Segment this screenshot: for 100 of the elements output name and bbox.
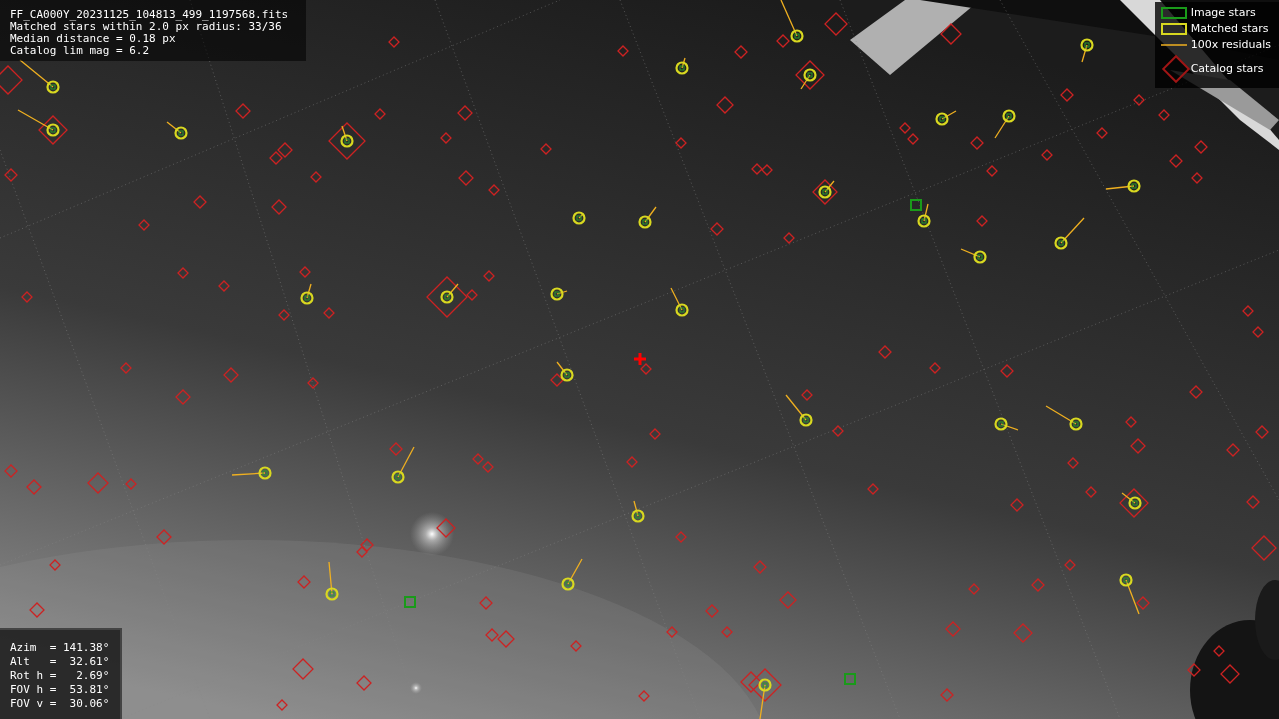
- catalog-star-marker: [753, 560, 767, 574]
- catalog-star-marker: [49, 559, 61, 571]
- catalog-star-marker: [801, 389, 813, 401]
- catalog-star-marker: [356, 675, 372, 691]
- catalog-star-marker: [310, 171, 322, 183]
- catalog-star-marker: [976, 215, 988, 227]
- catalog-star-marker: [193, 195, 207, 209]
- matched-star-marker: [800, 68, 817, 90]
- catalog-star-marker: [945, 621, 961, 637]
- catalog-star-marker: [776, 34, 790, 48]
- catalog-star-marker: [177, 267, 189, 279]
- catalog-star-marker: [120, 362, 132, 374]
- pointing-line: Azim = 141.38°: [10, 641, 110, 655]
- catalog-star-marker: [626, 456, 638, 468]
- catalog-star-marker: [328, 122, 366, 160]
- catalog-star-marker: [638, 690, 650, 702]
- matched-star-marker: [166, 121, 188, 140]
- catalog-star-marker: [458, 170, 474, 186]
- catalog-star-marker: [223, 367, 239, 383]
- catalog-star-marker: [929, 362, 941, 374]
- catalog-star-marker: [705, 604, 719, 618]
- matched-star-marker: [994, 109, 1016, 139]
- catalog-star-marker: [1251, 535, 1277, 561]
- catalog-star-marker: [1187, 663, 1201, 677]
- image-star-swatch-icon: [1160, 7, 1187, 19]
- matched-star-marker: [638, 206, 657, 229]
- catalog-star-marker: [374, 108, 386, 120]
- pointing-line: Rot h = 2.69°: [10, 669, 110, 683]
- catalog-star-marker: [570, 640, 582, 652]
- catalog-star-marker: [175, 389, 191, 405]
- catalog-star-marker: [812, 179, 838, 205]
- catalog-star-marker: [1213, 645, 1225, 657]
- matched-star-marker: [675, 57, 689, 75]
- matched-star-marker: [556, 361, 574, 382]
- matched-star-marker: [300, 283, 314, 305]
- matched-star-marker: [550, 287, 568, 301]
- catalog-star-marker: [436, 518, 456, 538]
- matched-star-marker: [994, 417, 1019, 431]
- catalog-star-marker: [1136, 596, 1150, 610]
- matched-star-marker: [231, 466, 272, 480]
- catalog-star-marker: [940, 23, 962, 45]
- catalog-star-marker: [761, 164, 773, 176]
- catalog-star-marker: [617, 45, 629, 57]
- catalog-star-marker: [38, 115, 68, 145]
- info-line: FF_CA000Y_20231125_104813_499_1197568.fits: [10, 9, 290, 21]
- matched-star-marker: [1054, 217, 1085, 250]
- catalog-star-marker: [307, 377, 319, 389]
- catalog-star-marker: [1191, 172, 1203, 184]
- center-cross-icon: [632, 351, 648, 367]
- catalog-star-marker: [783, 232, 795, 244]
- matched-star-marker: [1121, 492, 1142, 510]
- catalog-star-marker: [795, 60, 825, 90]
- catalog-star-marker: [277, 142, 293, 158]
- legend-label: 100x residuals: [1190, 38, 1271, 52]
- matched-star-marker: [780, 0, 804, 43]
- info-line: Matched stars within 2.0 px radius: 33/36: [10, 21, 282, 33]
- catalog-star-marker: [970, 136, 984, 150]
- matched-star-marker: [758, 678, 772, 719]
- diamond-icon: [1160, 54, 1191, 84]
- matched-star-marker: [391, 446, 415, 484]
- catalog-star-marker: [297, 575, 311, 589]
- catalog-star-marker: [832, 425, 844, 437]
- catalog-star-marker: [1031, 578, 1045, 592]
- catalog-star-marker: [276, 699, 288, 711]
- catalog-star-marker: [675, 531, 687, 543]
- catalog-star-marker: [1000, 364, 1014, 378]
- catalog-star-marker: [1013, 623, 1033, 643]
- catalog-star-marker: [218, 280, 230, 292]
- catalog-star-marker: [125, 478, 137, 490]
- catalog-star-marker: [540, 143, 552, 155]
- matched-star-marker: [935, 110, 957, 126]
- catalog-star-marker: [1158, 109, 1170, 121]
- catalog-star-marker: [485, 628, 499, 642]
- catalog-star-marker: [867, 483, 879, 495]
- pointing-line: FOV v = 30.06°: [10, 697, 110, 711]
- catalog-star-marker: [1133, 94, 1145, 106]
- matched-star-marker: [818, 180, 835, 199]
- catalog-star-marker: [734, 45, 748, 59]
- catalog-star-marker: [472, 453, 484, 465]
- catalog-star-marker: [278, 309, 290, 321]
- catalog-star-marker: [640, 363, 652, 375]
- matched-star-marker: [561, 558, 583, 591]
- matched-star-marker: [440, 283, 459, 304]
- catalog-star-marker: [649, 428, 661, 440]
- catalog-star-marker: [1096, 127, 1108, 139]
- matched-star-marker: [1080, 38, 1094, 63]
- catalog-star-marker: [986, 165, 998, 177]
- catalog-star-marker: [389, 442, 403, 456]
- catalog-star-marker: [907, 133, 919, 145]
- catalog-star-marker: [779, 591, 797, 609]
- catalog-star-marker: [497, 630, 515, 648]
- info-line: Median distance = 0.18 px: [10, 33, 177, 45]
- residual-line-icon: [1160, 43, 1187, 47]
- matched-star-marker: [325, 561, 339, 601]
- catalog-star-marker: [457, 105, 473, 121]
- matched-star-marker: [19, 59, 60, 94]
- matched-star-marker: [1045, 405, 1083, 431]
- matched-star-marker: [340, 125, 354, 148]
- catalog-star-marker: [1189, 385, 1203, 399]
- catalog-star-marker: [751, 163, 763, 175]
